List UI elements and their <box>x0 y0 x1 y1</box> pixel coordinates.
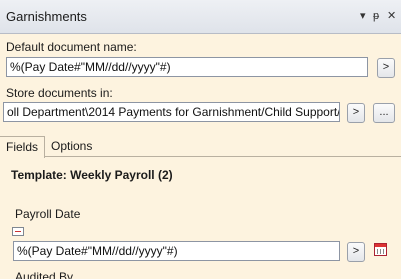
panel-title: Garnishments <box>6 9 87 24</box>
close-icon[interactable]: ✕ <box>387 9 396 23</box>
payroll-date-label: Payroll Date <box>15 207 81 221</box>
store-documents-label: Store documents in: <box>6 86 113 100</box>
default-document-name-input[interactable]: %(Pay Date#"MM//dd//yyyy"#) <box>6 57 368 77</box>
field-type-icon <box>12 227 24 236</box>
template-title: Template: Weekly Payroll (2) <box>11 168 173 182</box>
pin-icon[interactable]: ᵽ <box>373 9 379 23</box>
payroll-date-insert-button[interactable]: > <box>347 242 365 262</box>
browse-button[interactable]: ... <box>373 103 395 123</box>
document-name-insert-button[interactable]: > <box>377 58 395 78</box>
default-document-name-label: Default document name: <box>6 40 137 54</box>
calendar-icon[interactable] <box>374 243 387 256</box>
payroll-date-input[interactable]: %(Pay Date#"MM//dd//yyyy"#) <box>13 241 340 261</box>
panel-titlebar: Garnishments ▾ ᵽ ✕ <box>0 0 401 34</box>
tab-options[interactable]: Options <box>45 136 98 157</box>
store-documents-insert-button[interactable]: > <box>347 103 365 123</box>
store-documents-input[interactable]: oll Department\2014 Payments for Garnish… <box>3 102 340 122</box>
tab-fields[interactable]: Fields <box>0 136 46 158</box>
audited-by-label: Audited By <box>15 270 74 279</box>
dropdown-icon[interactable]: ▾ <box>360 9 366 23</box>
